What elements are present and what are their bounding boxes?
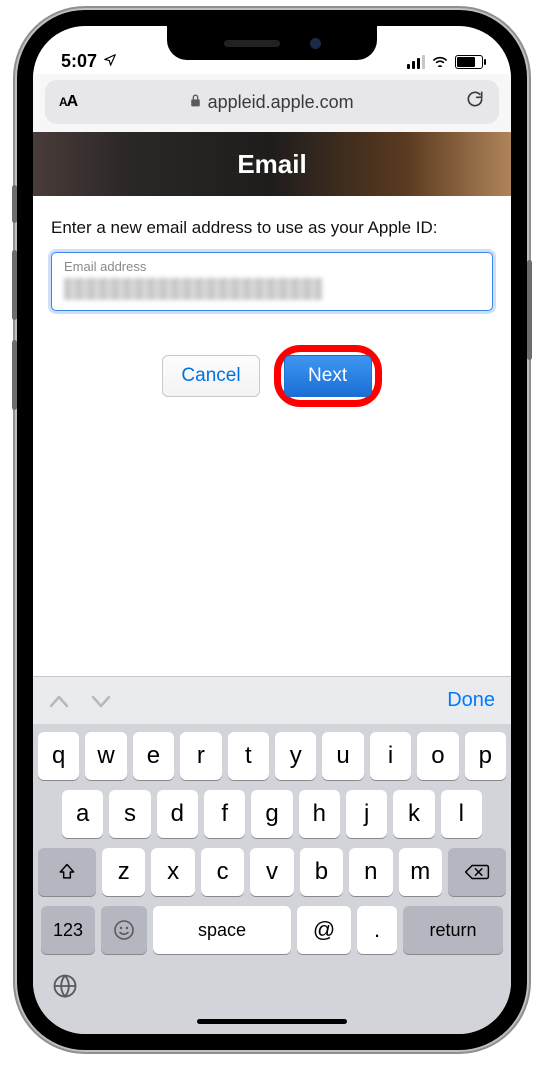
email-field[interactable]: Email address: [51, 252, 493, 311]
next-button[interactable]: Next: [284, 355, 372, 397]
key-e[interactable]: e: [133, 732, 174, 780]
volume-up-button: [12, 250, 17, 320]
keyboard-bottom-bar: [33, 964, 511, 1034]
address-bar[interactable]: AA appleid.apple.com: [45, 80, 499, 124]
screen: 5:07 AA: [33, 26, 511, 1034]
keyboard-row-1: qwertyuiop: [38, 732, 506, 780]
key-q[interactable]: q: [38, 732, 79, 780]
globe-key[interactable]: [51, 972, 79, 1007]
prev-field-button[interactable]: [49, 688, 69, 714]
keyboard-toolbar: Done: [33, 676, 511, 724]
key-j[interactable]: j: [346, 790, 387, 838]
domain-text: appleid.apple.com: [208, 92, 354, 113]
next-field-button[interactable]: [91, 688, 111, 714]
key-m[interactable]: m: [399, 848, 442, 896]
clock: 5:07: [61, 51, 97, 72]
key-k[interactable]: k: [393, 790, 434, 838]
url-display[interactable]: appleid.apple.com: [87, 92, 455, 113]
mute-switch: [12, 185, 17, 223]
keyboard: qwertyuiop asdfghjkl zxcvbnm 123 space @…: [33, 724, 511, 964]
emoji-key[interactable]: [101, 906, 147, 954]
text-size-button[interactable]: AA: [59, 93, 77, 111]
key-p[interactable]: p: [465, 732, 506, 780]
backspace-key[interactable]: [448, 848, 506, 896]
key-b[interactable]: b: [300, 848, 343, 896]
key-h[interactable]: h: [299, 790, 340, 838]
power-button: [527, 260, 532, 360]
key-u[interactable]: u: [322, 732, 363, 780]
refresh-button[interactable]: [465, 89, 485, 115]
cancel-button-label: Cancel: [181, 365, 240, 387]
numbers-key[interactable]: 123: [41, 906, 95, 954]
keyboard-row-3: zxcvbnm: [38, 848, 506, 896]
phone-frame: 5:07 AA: [17, 10, 527, 1050]
key-a[interactable]: a: [62, 790, 103, 838]
speaker-grille: [224, 40, 280, 47]
key-y[interactable]: y: [275, 732, 316, 780]
key-l[interactable]: l: [441, 790, 482, 838]
page-title: Email: [237, 149, 306, 180]
button-row: Cancel Next: [51, 345, 493, 407]
browser-toolbar: AA appleid.apple.com: [33, 74, 511, 132]
notch: [167, 26, 377, 60]
key-r[interactable]: r: [180, 732, 221, 780]
wifi-icon: [431, 51, 449, 72]
at-key[interactable]: @: [297, 906, 351, 954]
email-value-redacted: [64, 278, 322, 300]
next-button-label: Next: [308, 365, 347, 387]
keyboard-done-button[interactable]: Done: [447, 689, 495, 712]
key-v[interactable]: v: [250, 848, 293, 896]
lock-icon: [189, 92, 202, 113]
key-c[interactable]: c: [201, 848, 244, 896]
cellular-signal-icon: [407, 55, 425, 69]
battery-icon: [455, 55, 483, 69]
key-w[interactable]: w: [85, 732, 126, 780]
highlight-annotation: Next: [274, 345, 382, 407]
key-x[interactable]: x: [151, 848, 194, 896]
key-s[interactable]: s: [109, 790, 150, 838]
key-d[interactable]: d: [157, 790, 198, 838]
period-key[interactable]: .: [357, 906, 397, 954]
keyboard-row-4: 123 space @ . return: [38, 906, 506, 954]
volume-down-button: [12, 340, 17, 410]
cancel-button[interactable]: Cancel: [162, 355, 259, 397]
key-n[interactable]: n: [349, 848, 392, 896]
key-z[interactable]: z: [102, 848, 145, 896]
key-t[interactable]: t: [228, 732, 269, 780]
location-icon: [103, 51, 117, 72]
key-o[interactable]: o: [417, 732, 458, 780]
front-camera: [310, 38, 321, 49]
key-f[interactable]: f: [204, 790, 245, 838]
instruction-text: Enter a new email address to use as your…: [51, 218, 493, 238]
keyboard-row-2: asdfghjkl: [38, 790, 506, 838]
space-key[interactable]: space: [153, 906, 291, 954]
return-key[interactable]: return: [403, 906, 503, 954]
email-label: Email address: [64, 259, 480, 274]
page-content: Enter a new email address to use as your…: [33, 196, 511, 676]
shift-key[interactable]: [38, 848, 96, 896]
key-i[interactable]: i: [370, 732, 411, 780]
key-g[interactable]: g: [251, 790, 292, 838]
page-banner: Email: [33, 132, 511, 196]
home-indicator[interactable]: [197, 1019, 347, 1024]
